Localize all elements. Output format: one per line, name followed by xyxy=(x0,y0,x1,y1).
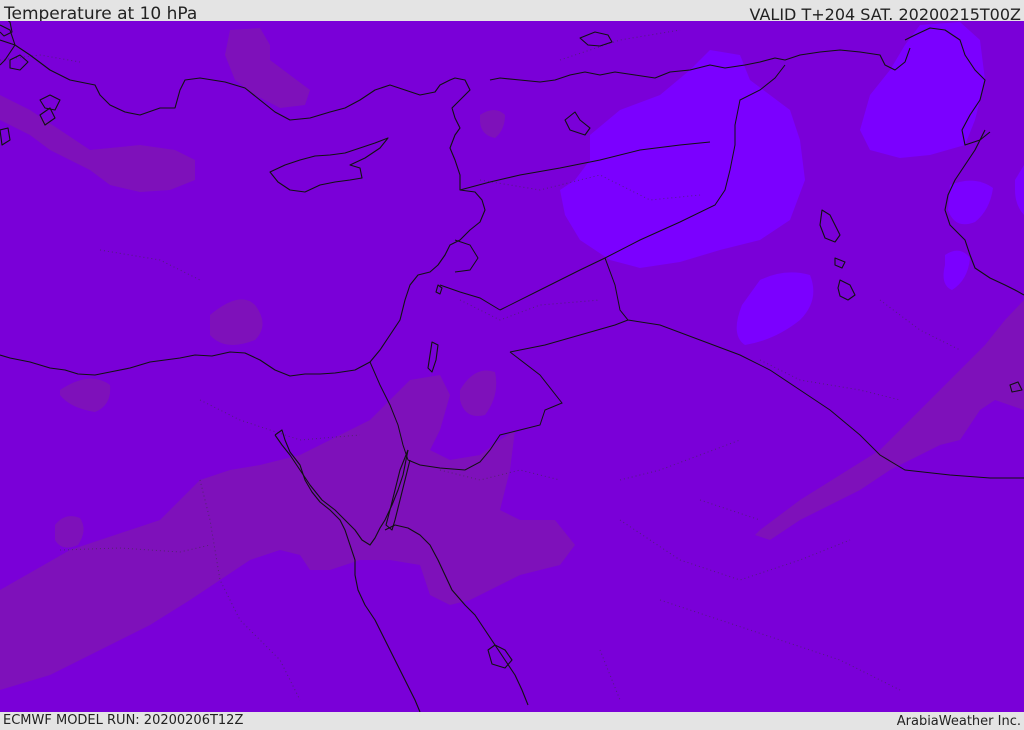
warm-blob-small-west xyxy=(55,516,84,548)
weather-map xyxy=(0,21,1024,712)
credit-text: ArabiaWeather Inc. xyxy=(896,714,1021,729)
model-run: ECMWF MODEL RUN: 20200206T12Z xyxy=(3,713,244,728)
footer-bar: ECMWF MODEL RUN: 20200206T12Z ArabiaWeat… xyxy=(0,712,1024,729)
map-canvas xyxy=(0,21,1024,712)
header-bar: Temperature at 10 hPa VALID T+204 SAT. 2… xyxy=(0,0,1024,24)
